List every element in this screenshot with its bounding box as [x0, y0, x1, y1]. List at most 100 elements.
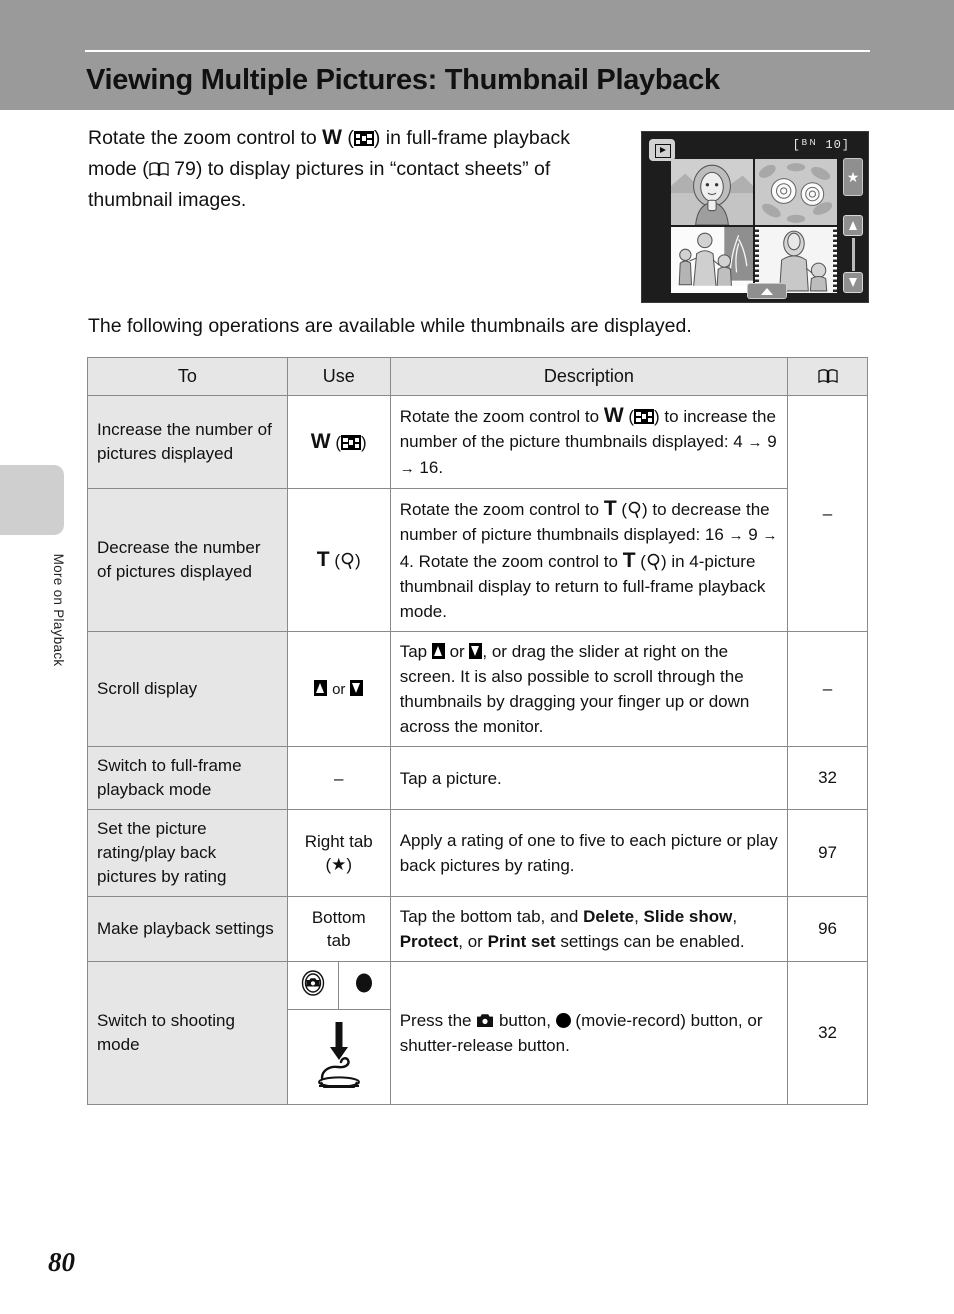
zoom-t-letter: T — [316, 548, 330, 571]
row-use-none: – — [286, 746, 391, 810]
triangle-down-icon — [469, 643, 483, 659]
camera-button-icon — [298, 968, 328, 1004]
thumbnail-grid-icon — [341, 435, 362, 450]
desc-n1: 9 — [762, 432, 777, 451]
menu-delete: Delete — [583, 907, 635, 926]
row-label-playback-settings: Make playback settings — [87, 896, 288, 962]
row-use-bottom-tab: Bottom tab — [286, 896, 391, 962]
header-page-reference — [787, 357, 868, 396]
use-or-text: or — [332, 681, 346, 698]
desc-text-a: Rotate the zoom control to — [399, 500, 604, 519]
header-divider-rule — [85, 50, 870, 52]
table-row: Switch to shooting mode Press the button… — [87, 961, 868, 1105]
row-use-scroll-arrows: or — [286, 631, 391, 747]
page-number: 80 — [48, 1247, 75, 1277]
operations-table: To Use Description Increase the number o… — [87, 357, 868, 1105]
shooting-buttons-row — [287, 962, 390, 1010]
row-page-ref-dash: – — [787, 395, 868, 632]
triangle-down-icon — [350, 680, 364, 696]
row-description-increase: Rotate the zoom control to W () to incre… — [389, 395, 789, 489]
desc-text-a: Press the — [399, 1011, 477, 1030]
row-use-w-control: W () — [286, 395, 391, 489]
header-use: Use — [286, 357, 391, 396]
rating-star-tab[interactable]: ★ — [843, 158, 863, 196]
menu-protect: Protect — [399, 932, 459, 951]
desc-n2: 16. — [414, 458, 444, 477]
magnifier-icon — [646, 553, 661, 570]
movie-record-button-cell — [339, 962, 389, 1009]
desc-text-b: settings can be enabled. — [555, 932, 745, 951]
header-description: Description — [389, 357, 789, 396]
row-label-increase-pictures: Increase the number of pictures displaye… — [87, 395, 288, 489]
row-page-ref: 96 — [787, 896, 868, 962]
intro-text-1: Rotate the zoom control to — [88, 127, 323, 149]
thumbnail-portrait-woman — [671, 159, 753, 225]
desc-n2: 4. Rotate the zoom control to — [399, 552, 623, 571]
book-icon — [149, 161, 169, 177]
movie-record-dot-icon — [555, 1013, 571, 1028]
playback-mode-icon — [649, 139, 675, 161]
row-description-scroll: Tap or , or drag the slider at right on … — [389, 631, 789, 747]
row-label-scroll-display: Scroll display — [87, 631, 288, 747]
table-row: Set the picture rating/play back picture… — [87, 809, 868, 897]
row-page-ref: 97 — [787, 809, 868, 897]
table-row: Switch to full-frame playback mode – Tap… — [87, 746, 868, 810]
sep-2: , — [732, 907, 738, 926]
chapter-tab-marker — [0, 465, 64, 535]
magnifier-icon — [340, 552, 355, 569]
table-header-row: To Use Description — [87, 357, 868, 396]
desc-text-b: button, — [494, 1011, 556, 1030]
arrow-right-icon: → — [728, 527, 744, 544]
row-use-t-control: T () — [286, 488, 391, 632]
film-strip-edge-right — [833, 227, 837, 293]
header-to: To — [87, 357, 288, 396]
intro-text-4: ) to display pictures in “contact — [195, 158, 460, 180]
scroll-down-button[interactable] — [843, 272, 863, 293]
use-line1: Right tab — [304, 832, 373, 851]
triangle-up-icon — [431, 643, 445, 659]
camera-screen-illustration: [ᴮᴺ 10] ★ — [641, 131, 869, 303]
row-use-right-tab: Right tab (★) — [286, 809, 391, 897]
row-label-picture-rating: Set the picture rating/play back picture… — [87, 809, 288, 897]
scroll-slider[interactable] — [852, 238, 855, 271]
arrow-right-icon: → — [399, 460, 415, 477]
thumbnail-grid-icon — [353, 131, 374, 146]
row-label-full-frame: Switch to full-frame playback mode — [87, 746, 288, 810]
arrow-right-icon: → — [762, 527, 778, 544]
shutter-press-cell — [288, 1010, 390, 1104]
movie-record-dot-icon — [352, 969, 376, 1003]
intro-paragraph: Rotate the zoom control to W () in full-… — [88, 126, 571, 211]
intro-page-ref: 79 — [174, 158, 196, 180]
desc-text-a: Rotate the zoom control to — [399, 407, 604, 426]
row-description-shooting-mode: Press the button, (movie-record) button,… — [389, 961, 789, 1105]
playback-settings-bottom-tab[interactable] — [747, 283, 787, 299]
page-header-band: Viewing Multiple Pictures: Thumbnail Pla… — [0, 0, 954, 110]
sep-3: , or — [458, 932, 488, 951]
row-page-ref: 32 — [787, 746, 868, 810]
zoom-t-letter: T — [603, 497, 617, 520]
scroll-up-button[interactable] — [843, 215, 863, 236]
table-lead-in-text: The following operations are available w… — [88, 315, 692, 337]
arrow-right-icon: → — [747, 434, 763, 451]
chapter-tab-label: More on Playback — [51, 553, 66, 667]
intro-text-2: ) in full-frame — [373, 127, 488, 149]
camera-button-icon — [476, 1010, 494, 1027]
menu-slide-show: Slide show — [643, 907, 733, 926]
picture-counter: [ᴮᴺ 10] — [792, 138, 850, 152]
star-icon: ★ — [331, 855, 347, 874]
thumbnail-family — [671, 227, 753, 293]
table-row: Scroll display or Tap or , or drag the s… — [87, 631, 868, 747]
row-description-rating: Apply a rating of one to five to each pi… — [389, 809, 789, 897]
book-icon — [817, 368, 838, 384]
magnifier-icon — [627, 501, 642, 518]
shutter-press-icon — [308, 1016, 370, 1098]
row-page-ref-dash: – — [787, 631, 868, 747]
use-line2: tab — [326, 931, 351, 950]
menu-print-set: Print set — [487, 932, 556, 951]
use-paren-close: ) — [346, 855, 353, 874]
triangle-up-icon — [314, 680, 328, 696]
desc-text-a: Tap — [399, 642, 432, 661]
desc-n1: 9 — [743, 525, 763, 544]
zoom-w-letter: W — [603, 404, 624, 427]
table-row: Increase the number of pictures displaye… — [87, 395, 868, 632]
